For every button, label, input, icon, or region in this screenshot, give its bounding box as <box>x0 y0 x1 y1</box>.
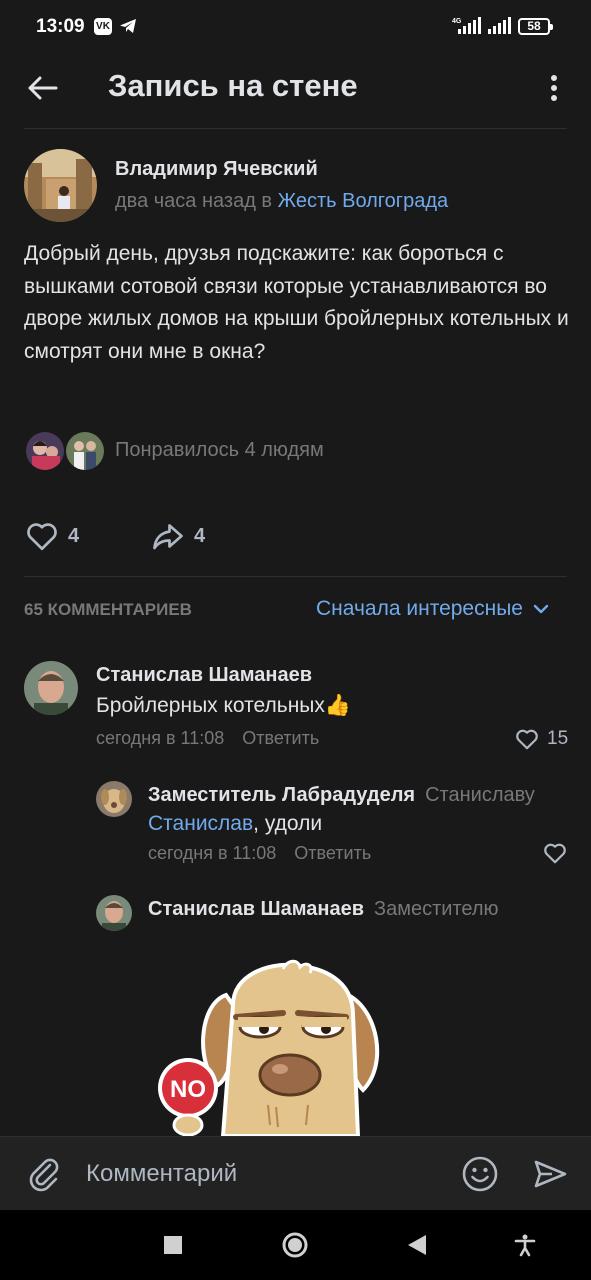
status-bar: 13:09 VK 4G 58 <box>0 0 591 56</box>
comments-count: 65 КОММЕНТАРИЕВ <box>24 600 192 619</box>
actions-divider <box>24 576 567 577</box>
comment-meta: сегодня в 11:08 Ответить <box>96 728 319 749</box>
post-meta: два часа назад в Жесть Волгограда <box>115 190 448 213</box>
circle-icon <box>282 1232 308 1258</box>
reply-to-label: Заместителю <box>374 898 499 920</box>
reply-author: Заместитель Лабрадуделя Станиславу <box>148 784 535 806</box>
telegram-notification-icon <box>120 19 136 33</box>
reply-button[interactable]: Ответить <box>294 843 371 863</box>
reply-to-label: Станиславу <box>425 784 535 806</box>
author-avatar[interactable] <box>24 149 97 222</box>
chevron-down-icon <box>533 604 549 614</box>
reply-time: сегодня в 11:08 <box>148 843 277 863</box>
comment-time: сегодня в 11:08 <box>96 728 225 748</box>
comment-like-count: 15 <box>547 728 569 749</box>
triangle-back-icon <box>408 1235 426 1255</box>
share-button[interactable]: 4 <box>150 518 205 554</box>
battery-icon: 58 <box>518 18 553 35</box>
comment-like-button[interactable]: 15 <box>514 726 568 752</box>
recent-apps-button[interactable] <box>156 1228 190 1262</box>
reply-button[interactable]: Ответить <box>242 728 319 748</box>
heart-icon <box>27 523 57 551</box>
share-icon <box>153 524 183 550</box>
status-time: 13:09 <box>36 16 85 37</box>
reply-text: Станислав, удоли <box>148 812 323 835</box>
liker-avatar <box>64 430 106 472</box>
comment-author[interactable]: Станислав Шаманаев <box>96 664 312 687</box>
header-divider <box>24 128 567 129</box>
dog-no-sign-sticker[interactable]: NO <box>148 955 418 1136</box>
accessibility-button[interactable] <box>508 1228 542 1262</box>
sticker-sign-text: NO <box>170 1076 206 1103</box>
comment-text: Бройлерных котельных👍 <box>96 694 352 717</box>
home-button[interactable] <box>278 1228 312 1262</box>
signal-4g-icon: 4G <box>452 17 481 34</box>
network-label: 4G <box>452 18 462 25</box>
sort-label: Сначала интересные <box>316 597 523 620</box>
heart-icon <box>516 729 538 750</box>
post-text: Добрый день, друзья подскажите: как боро… <box>24 242 569 363</box>
reply-avatar[interactable] <box>96 895 132 931</box>
accessibility-icon <box>514 1234 536 1257</box>
post-time: два часа назад в <box>115 190 273 212</box>
more-menu-button[interactable] <box>540 66 568 110</box>
heart-icon <box>544 843 566 864</box>
system-back-button[interactable] <box>400 1228 434 1262</box>
post-group-link[interactable]: Жесть Волгограда <box>278 190 449 212</box>
likers-avatars[interactable] <box>24 430 108 472</box>
reply-meta: сегодня в 11:08 Ответить <box>148 843 371 864</box>
signal-icon <box>488 17 511 34</box>
system-nav-bar <box>0 1210 591 1280</box>
back-button[interactable] <box>22 66 66 110</box>
like-count: 4 <box>68 524 80 547</box>
comment-input[interactable] <box>86 1154 436 1194</box>
paperclip-icon[interactable] <box>24 1153 64 1193</box>
square-icon <box>164 1236 182 1254</box>
comment-composer <box>0 1136 591 1210</box>
like-button[interactable]: 4 <box>24 518 79 554</box>
page-title: Запись на стене <box>108 68 358 103</box>
share-count: 4 <box>194 524 206 547</box>
post-author-name[interactable]: Владимир Ячевский <box>115 158 318 181</box>
smile-icon[interactable] <box>460 1154 500 1194</box>
liker-avatar <box>24 430 66 472</box>
mention-link[interactable]: Станислав <box>148 812 253 835</box>
comments-sort-select[interactable]: Сначала интересные <box>316 597 555 621</box>
thumbs-up-emoji: 👍 <box>324 694 352 717</box>
top-bar: Запись на стене <box>0 56 591 128</box>
reply-avatar[interactable] <box>96 781 132 817</box>
likes-summary[interactable]: Понравилось 4 людям <box>115 439 324 462</box>
comment-avatar[interactable] <box>24 661 78 715</box>
reply-author: Станислав Шаманаев Заместителю <box>148 898 499 920</box>
reply-like-button[interactable] <box>542 840 568 866</box>
vk-notification-icon: VK <box>94 18 112 35</box>
send-icon[interactable] <box>530 1154 570 1194</box>
